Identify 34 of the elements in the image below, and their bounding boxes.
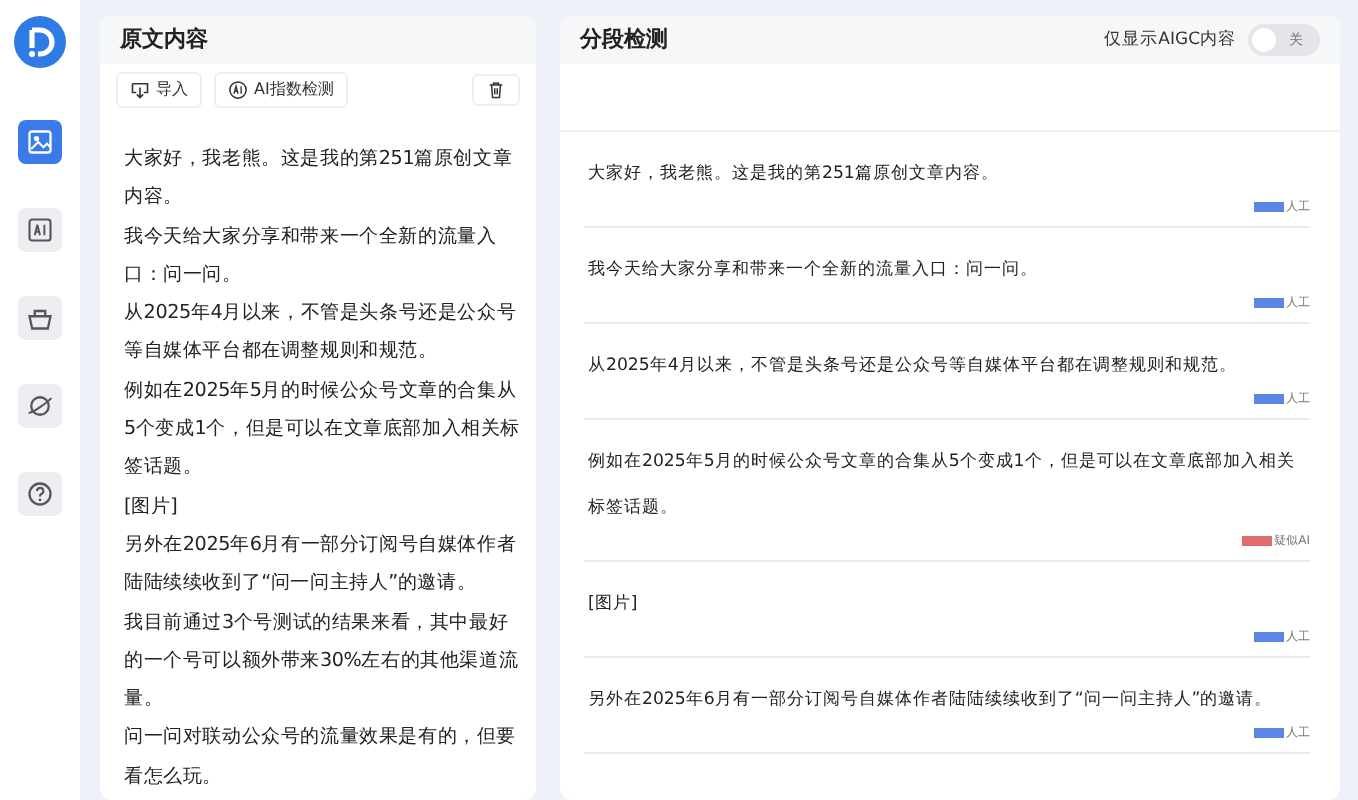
basket-icon [26,304,54,332]
image-icon [26,128,54,156]
paragraph: 例如在2025年5月的时候公众号文章的合集从5个变成1个，但是可以在文章底部加入相关标签话题。 [124,377,520,483]
ai-icon [26,216,54,244]
segment-text: 从2025年4月以来，不管是头条号还是公众号等自媒体平台都在调整规则和规范。 [588,354,1239,380]
sidebar-item[interactable] [18,120,62,164]
paragraph: 另外在2025年6月有一部分订阅号自媒体作者陆陆续续收到了“问一问主持人”的邀请。 [124,531,519,599]
planet-icon [26,392,54,420]
segment-text: 另外在2025年6月有一部分订阅号自媒体作者陆陆续续收到了“问一问主持人”的邀请。 [588,687,1275,714]
segment-text: 我今天给大家分享和带来一个全新的流量入口：问一问。 [588,257,1040,284]
paragraph: 我今天给大家分享和带来一个全新的流量入口：问一问。 [124,223,499,290]
filter-label: 仅显示AIGC内容 [1104,27,1236,53]
sidebar-item[interactable] [18,296,62,340]
paragraph: [图片] [124,493,180,522]
download-tray-icon [130,80,150,100]
panel-title: 原文内容 [120,23,208,56]
segment-text: [图片] [588,592,640,618]
paragraph: 我目前通过3个号测试的结果来看，其中最好的一个号可以额外带来30%左右的其他渠道流量。 [124,609,520,715]
help-icon [26,480,54,508]
ai-circle-icon [228,80,248,100]
paragraph: 从2025年4月以来，不管是头条号还是公众号等自媒体平台都在调整规则和规范。 [124,300,519,367]
sidebar-item[interactable] [18,472,62,516]
paragraph: 问一问对联动公众号的流量效果是有的，但要看怎么玩。 [124,724,519,792]
trash-icon [486,80,506,100]
sidebar-item[interactable] [18,384,62,428]
app-logo [14,16,66,68]
paragraph: 大家好，我老熊。这是我的第251篇原创文章内容。 [124,146,515,213]
import-button[interactable]: 导入 [116,72,202,108]
segment-text: 大家好，我老熊。这是我的第251篇原创文章内容。 [588,161,1001,188]
delete-button[interactable] [472,74,520,106]
panel-title: 分段检测 [580,23,668,56]
sidebar-item[interactable] [18,208,62,252]
ai-detect-button[interactable]: AI指数检测 [214,72,348,108]
segment-text: 例如在2025年5月的时候公众号文章的合集从5个变成1个，但是可以在文章底部加入相关标签话题。 [588,449,1297,522]
